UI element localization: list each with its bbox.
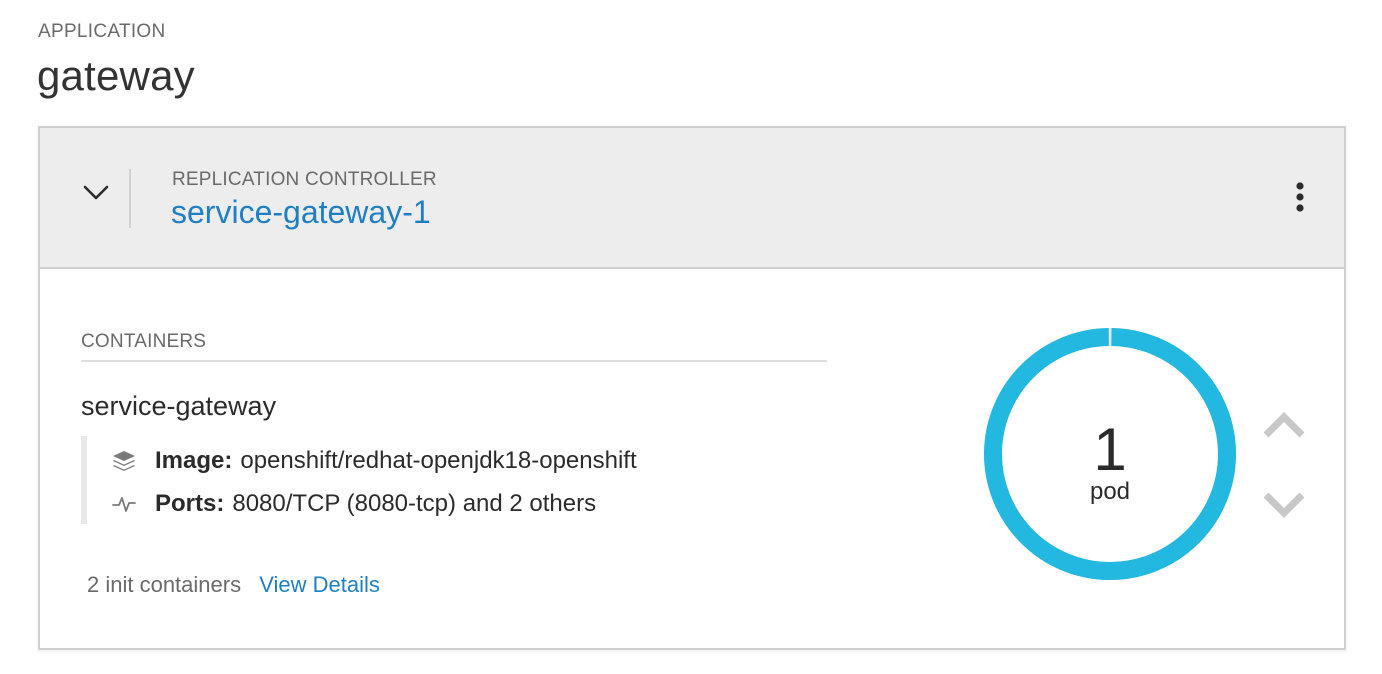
kebab-menu-icon (1296, 182, 1304, 212)
view-details-link[interactable]: View Details (259, 572, 380, 597)
container-name: service-gateway (81, 391, 277, 421)
pulse-icon (111, 492, 137, 516)
init-containers-count: 2 init containers (87, 572, 242, 597)
replication-controller-eyebrow: REPLICATION CONTROLLER (172, 169, 437, 190)
pod-count: 1 (1093, 416, 1127, 483)
ports-value: 8080/TCP (8080-tcp) and 2 others (232, 490, 597, 517)
ports-row: Ports: 8080/TCP (8080-tcp) and 2 others (111, 489, 596, 519)
replication-controller-card: REPLICATION CONTROLLER service-gateway-1… (38, 126, 1346, 650)
header-divider (129, 169, 131, 228)
containers-section-label: CONTAINERS (81, 331, 207, 352)
chevron-down-icon (1263, 492, 1305, 518)
chevron-down-icon (83, 185, 109, 200)
layers-icon (111, 449, 137, 473)
kebab-menu-button[interactable] (1288, 180, 1312, 216)
containers-divider (81, 360, 827, 362)
scale-up-button[interactable] (1260, 408, 1308, 442)
replication-controller-link[interactable]: service-gateway-1 (171, 194, 431, 231)
image-label: Image: (155, 447, 233, 474)
card-header: REPLICATION CONTROLLER service-gateway-1 (40, 128, 1344, 269)
application-title: gateway (37, 52, 195, 99)
application-eyebrow: APPLICATION (38, 21, 166, 42)
ports-label: Ports: (155, 490, 225, 517)
page: APPLICATION gateway REPLICATION CONTROLL… (0, 0, 1382, 674)
image-value: openshift/redhat-openjdk18-openshift (240, 447, 637, 474)
pod-unit-label: pod (1089, 478, 1131, 505)
scale-down-button[interactable] (1260, 488, 1308, 522)
pod-donut-chart: 1 pod (980, 324, 1240, 584)
init-containers-row: 2 init containers View Details (87, 572, 380, 598)
collapse-toggle[interactable] (76, 172, 116, 212)
image-row: Image: openshift/redhat-openjdk18-opensh… (111, 446, 637, 476)
container-details: Image: openshift/redhat-openjdk18-opensh… (81, 436, 781, 524)
chevron-up-icon (1263, 412, 1305, 438)
